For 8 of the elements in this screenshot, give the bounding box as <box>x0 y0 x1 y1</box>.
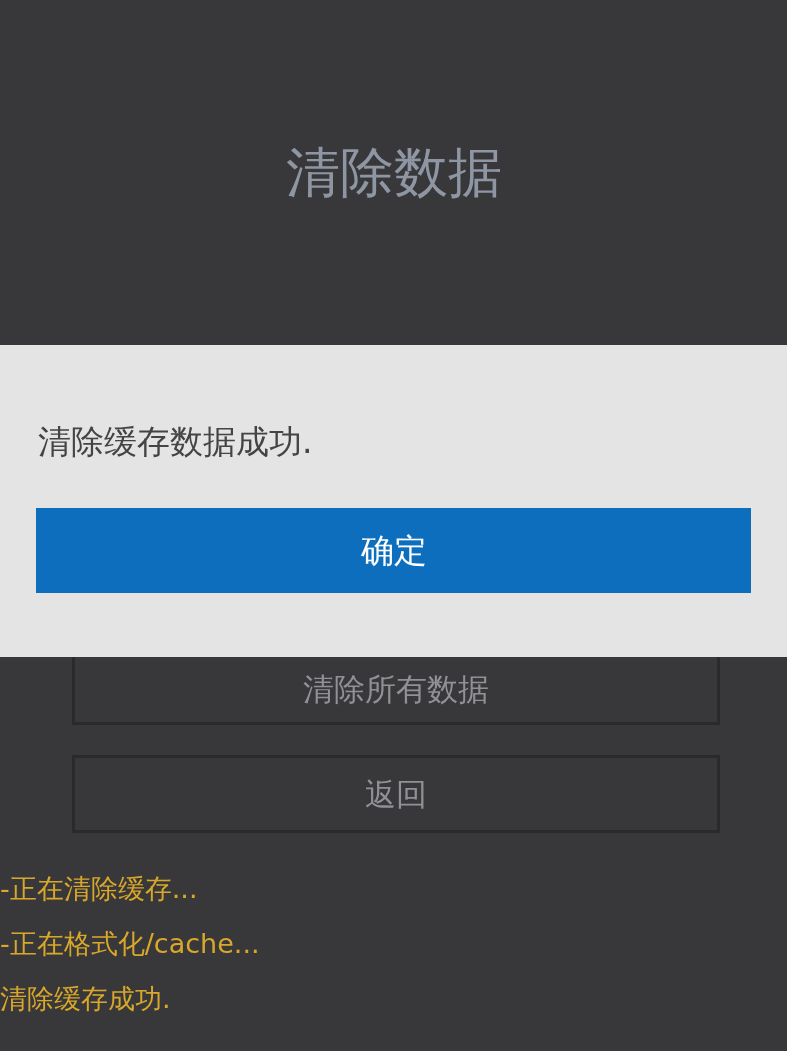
dialog-message: 清除缓存数据成功. <box>38 421 314 463</box>
back-button[interactable]: 返回 <box>72 755 720 833</box>
log-line: 清除缓存成功. <box>0 982 172 1016</box>
log-line: -正在格式化/cache... <box>0 927 261 961</box>
log-line: -正在清除缓存... <box>0 872 199 906</box>
clear-all-button[interactable]: 清除所有数据 <box>72 657 720 725</box>
page-title: 清除数据 <box>285 140 502 206</box>
confirm-button[interactable]: 确定 <box>36 508 751 593</box>
